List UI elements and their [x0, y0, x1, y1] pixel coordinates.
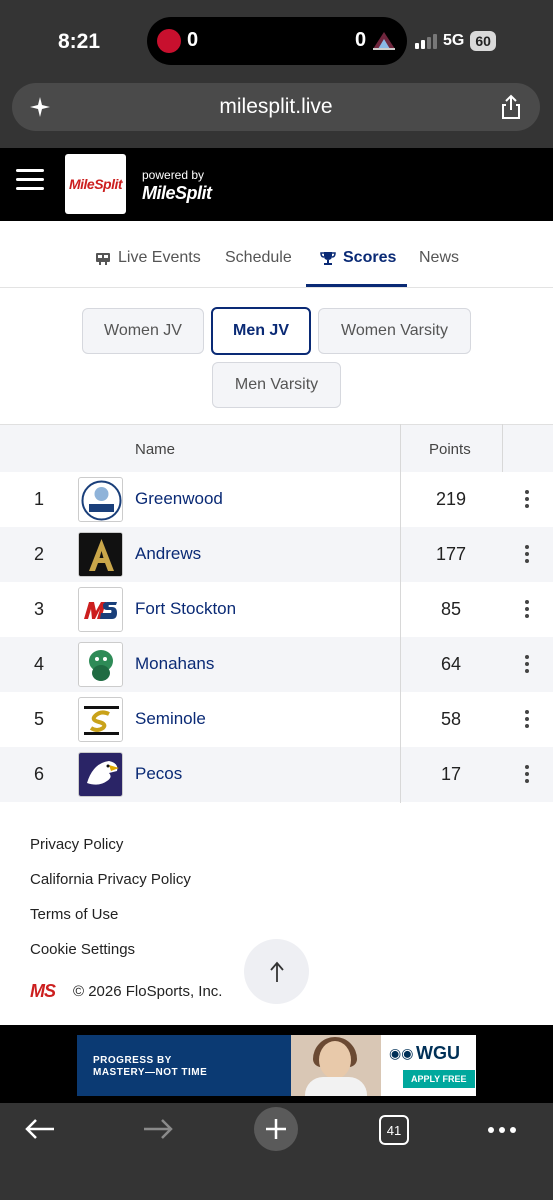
team-name-link[interactable]: Greenwood [135, 489, 223, 509]
header-name: Name [135, 441, 176, 458]
row-rank: 1 [33, 489, 44, 509]
team-name-link[interactable]: Monahans [135, 654, 214, 674]
wgu-ad-banner[interactable]: PROGRESS BY MASTERY—NOT TIME ◉◉ WGU APPL… [77, 1035, 476, 1096]
footer-link-california-privacy[interactable]: California Privacy Policy [30, 871, 191, 888]
monahans-logo [78, 642, 123, 687]
powered-by-brand: MileSplit [142, 183, 212, 203]
signal-icon [415, 33, 437, 49]
row-more-icon[interactable] [520, 655, 534, 673]
team-points: 58 [440, 709, 462, 729]
address-bar[interactable]: milesplit.live [12, 83, 540, 131]
footer-link-terms-of-use[interactable]: Terms of Use [30, 906, 118, 923]
column-divider [400, 424, 401, 803]
row-rank: 6 [33, 764, 44, 784]
url-text[interactable]: milesplit.live [12, 95, 540, 119]
footer-link-cookie-settings[interactable]: Cookie Settings [30, 941, 135, 958]
tab-news[interactable]: News [419, 249, 459, 267]
seminole-logo [78, 697, 123, 742]
network-type: 5G [443, 32, 465, 49]
arrow-up-icon [269, 961, 284, 982]
table-row[interactable]: 2 Andrews 177 [0, 527, 553, 582]
team-name-link[interactable]: Seminole [135, 709, 206, 729]
logo-text: MileSplit [68, 176, 123, 192]
table-row[interactable]: 5 Seminole 58 [0, 692, 553, 747]
status-indicators: 5G 60 [415, 30, 496, 52]
ad-brand-panel: ◉◉ WGU APPLY FREE [381, 1035, 476, 1096]
table-row[interactable]: 4 Monahans 64 [0, 637, 553, 692]
team-name-link[interactable]: Pecos [135, 764, 182, 784]
row-rank: 5 [33, 709, 44, 729]
tabs-button[interactable]: 41 [379, 1115, 409, 1145]
team-points: 64 [440, 654, 462, 674]
live-activity-island[interactable]: 0 0 [147, 17, 407, 65]
table-row[interactable]: 6 Pecos 17 [0, 747, 553, 802]
team-points: 17 [440, 764, 462, 784]
menu-icon[interactable] [16, 169, 44, 191]
ad-brand: WGU [416, 1043, 460, 1063]
ad-cta-button[interactable]: APPLY FREE [403, 1070, 475, 1088]
avalanche-logo-icon [373, 32, 395, 50]
milesplit-logo[interactable]: MileSplit [65, 154, 126, 214]
flames-logo-icon [157, 29, 181, 53]
status-time: 8:21 [58, 30, 101, 53]
row-more-icon[interactable] [520, 490, 534, 508]
team-points: 85 [440, 599, 462, 619]
row-rank: 2 [33, 544, 44, 564]
team-points: 219 [435, 489, 467, 509]
team-name-link[interactable]: Fort Stockton [135, 599, 236, 619]
scroll-to-top-button[interactable] [244, 939, 309, 1004]
team-name-link[interactable]: Andrews [135, 544, 201, 564]
nav-tabs: Live Events Schedule Scores News [0, 221, 553, 288]
score-left: 0 [187, 29, 199, 51]
table-row[interactable]: 1 Greenwood 219 [0, 472, 553, 527]
row-rank: 3 [33, 599, 44, 619]
ad-headline-line-1: PROGRESS BY [93, 1055, 172, 1066]
score-right: 0 [355, 29, 367, 51]
ad-person-image [291, 1035, 381, 1096]
division-women-jv-button[interactable]: Women JV [82, 308, 204, 354]
footer-ms-logo: MS [30, 981, 56, 1001]
row-more-icon[interactable] [520, 710, 534, 728]
row-more-icon[interactable] [520, 545, 534, 563]
tab-scores[interactable]: Scores [343, 249, 396, 267]
trophy-icon [320, 252, 336, 265]
table-row[interactable]: 3 Fort Stockton 85 [0, 582, 553, 637]
footer-link-privacy-policy[interactable]: Privacy Policy [30, 836, 123, 853]
powered-by-label: powered by [142, 168, 205, 182]
active-tab-indicator [306, 284, 407, 287]
ad-headline-line-2: MASTERY—NOT TIME [93, 1067, 208, 1078]
division-men-varsity-button[interactable]: Men Varsity [212, 362, 341, 408]
table-header: Name Points [0, 424, 553, 472]
scoreboard-icon [96, 253, 110, 265]
team-points: 177 [435, 544, 467, 564]
owl-icon: ◉◉ [389, 1045, 414, 1061]
forward-arrow-icon [144, 1119, 173, 1139]
pecos-logo [78, 752, 123, 797]
plus-icon [266, 1119, 286, 1139]
site-header: MileSplit powered by MileSplit [0, 148, 553, 221]
row-more-icon[interactable] [520, 765, 534, 783]
header-points: Points [429, 441, 471, 458]
new-tab-button[interactable] [254, 1107, 298, 1151]
greenwood-logo [78, 477, 123, 522]
tab-live-events[interactable]: Live Events [118, 249, 201, 267]
share-icon[interactable] [500, 94, 522, 120]
fort-stockton-logo [78, 587, 123, 632]
andrews-logo [78, 532, 123, 577]
row-rank: 4 [33, 654, 44, 674]
ad-headline: PROGRESS BY MASTERY—NOT TIME [93, 1055, 207, 1079]
more-options-icon[interactable] [488, 1127, 516, 1133]
copyright-text: © 2026 FloSports, Inc. [73, 983, 223, 1000]
tab-schedule[interactable]: Schedule [225, 249, 292, 267]
column-divider [502, 424, 503, 472]
row-more-icon[interactable] [520, 600, 534, 618]
division-men-jv-button[interactable]: Men JV [211, 307, 311, 355]
battery-indicator: 60 [470, 31, 496, 51]
back-arrow-icon[interactable] [24, 1117, 56, 1141]
division-women-varsity-button[interactable]: Women Varsity [318, 308, 471, 354]
